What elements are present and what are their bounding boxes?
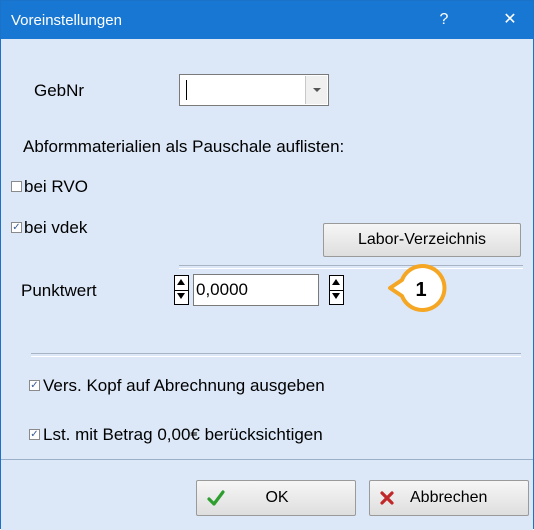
spin-down-icon[interactable]	[175, 290, 188, 304]
separator-middle	[31, 353, 521, 357]
button-bar: OK Abbrechen	[1, 459, 533, 530]
punktwert-spinner-left[interactable]	[174, 275, 189, 305]
callout-badge: 1	[388, 264, 447, 312]
preferences-dialog: Voreinstellungen ? ✕ GebNr Abformmateria…	[0, 0, 534, 530]
spin-down-icon[interactable]	[330, 290, 343, 304]
cancel-label: Abbrechen	[410, 489, 488, 506]
bei-rvo-label: bei RVO	[24, 177, 88, 196]
vers-kopf-label: Vers. Kopf auf Abrechnung ausgeben	[43, 376, 325, 395]
bei-rvo-checkbox[interactable]	[11, 181, 22, 192]
labor-verzeichnis-button[interactable]: Labor-Verzeichnis	[323, 223, 521, 257]
ok-label: OK	[265, 489, 289, 506]
lst-betrag-checkbox[interactable]: ✓	[29, 429, 40, 440]
red-x-icon	[380, 491, 394, 505]
punktwert-input[interactable]: 0,0000	[193, 274, 319, 306]
ok-button[interactable]: OK	[196, 480, 356, 516]
punktwert-spinner-right[interactable]	[329, 275, 344, 305]
title-bar: Voreinstellungen ? ✕	[1, 1, 533, 39]
abform-heading: Abformmaterialien als Pauschale aufliste…	[23, 137, 345, 156]
spin-up-icon[interactable]	[330, 276, 343, 291]
bei-vdek-checkbox[interactable]: ✓	[11, 222, 22, 233]
chevron-down-icon[interactable]	[305, 76, 327, 104]
lst-betrag-label: Lst. mit Betrag 0,00€ berücksichtigen	[43, 425, 323, 444]
punktwert-label: Punktwert	[21, 281, 97, 300]
window-title: Voreinstellungen	[11, 12, 122, 29]
spin-up-icon[interactable]	[175, 276, 188, 291]
bei-vdek-label: bei vdek	[24, 218, 88, 237]
text-cursor	[186, 80, 187, 100]
cancel-button[interactable]: Abbrechen	[369, 480, 529, 516]
gebnr-label: GebNr	[34, 81, 85, 100]
separator-top	[179, 265, 523, 269]
gebnr-combobox[interactable]	[179, 74, 329, 106]
callout-number: 1	[415, 279, 426, 301]
help-button[interactable]: ?	[421, 1, 467, 39]
vers-kopf-checkbox[interactable]: ✓	[29, 380, 40, 391]
close-button[interactable]: ✕	[487, 1, 533, 39]
